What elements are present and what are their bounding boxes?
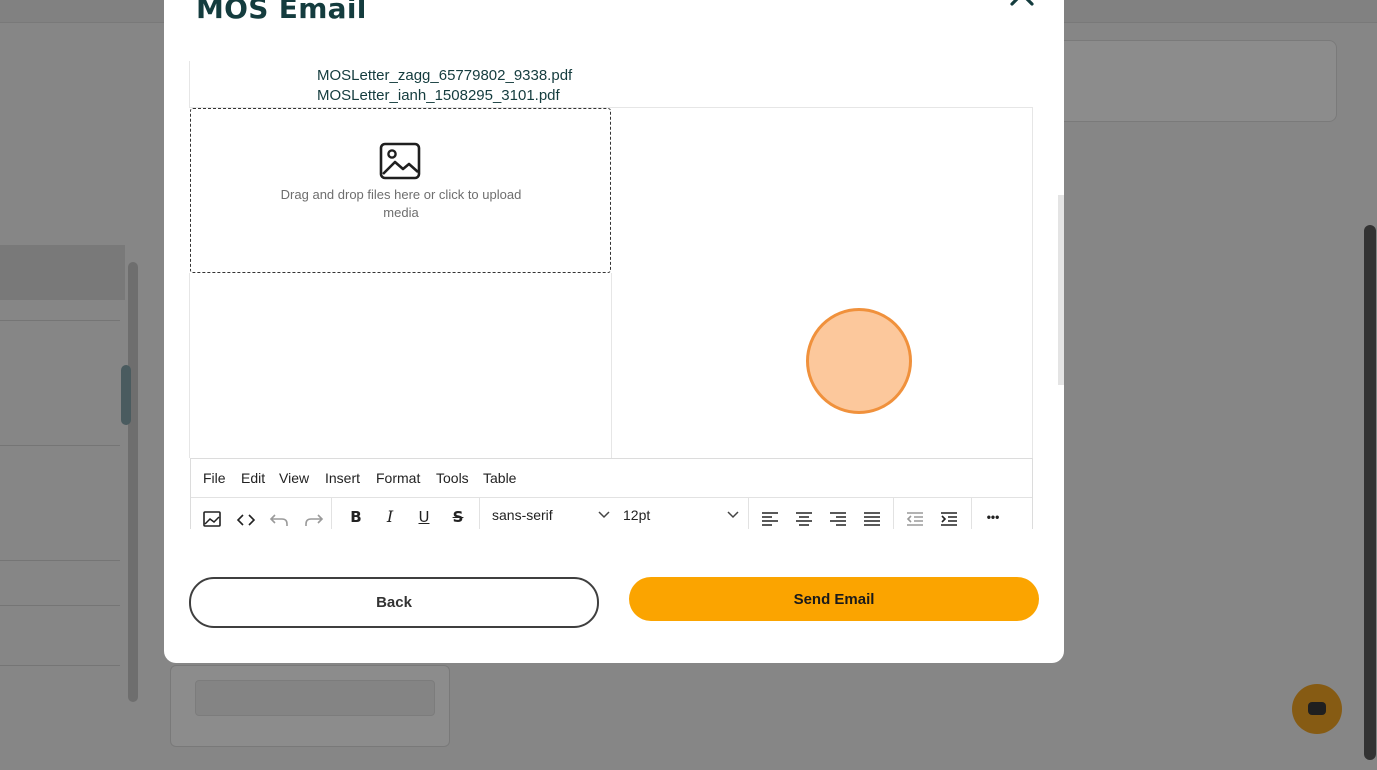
menu-view[interactable]: View bbox=[279, 470, 309, 486]
code-icon[interactable] bbox=[233, 507, 259, 527]
outdent-icon[interactable] bbox=[902, 507, 928, 527]
strikethrough-icon[interactable]: S bbox=[445, 507, 471, 527]
justify-icon[interactable] bbox=[859, 507, 885, 527]
editor-toolbar: B I U S sans-serif 12pt ••• bbox=[191, 498, 1032, 529]
toolbar-separator bbox=[893, 498, 894, 529]
back-button[interactable]: Back bbox=[189, 577, 599, 628]
bold-icon[interactable]: B bbox=[343, 507, 369, 527]
close-icon[interactable] bbox=[1008, 0, 1036, 6]
toolbar-separator bbox=[331, 498, 332, 529]
redo-icon[interactable] bbox=[301, 507, 327, 527]
menu-table[interactable]: Table bbox=[483, 470, 516, 486]
toolbar-separator bbox=[971, 498, 972, 529]
attachment-file[interactable]: MOSLetter_ianh_1508295_3101.pdf bbox=[317, 87, 560, 104]
modal-title: MOS Email bbox=[196, 0, 367, 25]
toolbar-separator bbox=[479, 498, 480, 529]
indent-icon[interactable] bbox=[936, 507, 962, 527]
menu-tools[interactable]: Tools bbox=[436, 470, 469, 486]
font-size-value: 12pt bbox=[623, 507, 651, 523]
editor-menubar: File Edit View Insert Format Tools Table bbox=[191, 459, 1032, 498]
menu-edit[interactable]: Edit bbox=[241, 470, 265, 486]
rich-text-editor: File Edit View Insert Format Tools Table bbox=[190, 458, 1033, 529]
toolbar-separator bbox=[748, 498, 749, 529]
image-icon bbox=[379, 142, 421, 180]
align-center-icon[interactable] bbox=[791, 507, 817, 527]
font-family-value: sans-serif bbox=[492, 507, 553, 523]
menu-insert[interactable]: Insert bbox=[325, 470, 360, 486]
align-left-icon[interactable] bbox=[757, 507, 783, 527]
italic-icon[interactable]: I bbox=[377, 507, 403, 527]
align-right-icon[interactable] bbox=[825, 507, 851, 527]
underline-icon[interactable]: U bbox=[411, 507, 437, 527]
menu-format[interactable]: Format bbox=[376, 470, 420, 486]
font-family-select[interactable]: sans-serif bbox=[492, 507, 610, 529]
insert-image-icon[interactable] bbox=[199, 507, 225, 527]
panel-border bbox=[1032, 108, 1033, 458]
click-indicator bbox=[806, 308, 912, 414]
chevron-down-icon bbox=[598, 511, 610, 519]
file-dropzone[interactable]: Drag and drop files here or click to upl… bbox=[190, 108, 611, 273]
attachment-list: MOSLetter_zagg_65779802_9338.pdf MOSLett… bbox=[189, 61, 1033, 108]
font-size-select[interactable]: 12pt bbox=[623, 507, 739, 529]
modal-content: MOSLetter_zagg_65779802_9338.pdf MOSLett… bbox=[189, 61, 1033, 551]
attachment-panel bbox=[189, 273, 612, 458]
attachment-file[interactable]: MOSLetter_zagg_65779802_9338.pdf bbox=[317, 67, 572, 84]
chevron-down-icon bbox=[727, 511, 739, 519]
undo-icon[interactable] bbox=[266, 507, 292, 527]
dropzone-text: Drag and drop files here or click to upl… bbox=[280, 187, 522, 220]
menu-file[interactable]: File bbox=[203, 470, 226, 486]
more-icon[interactable]: ••• bbox=[980, 507, 1006, 527]
modal-scrollbar[interactable] bbox=[1058, 195, 1064, 385]
send-email-button[interactable]: Send Email bbox=[629, 577, 1039, 621]
email-modal: MOS Email MOSLetter_zagg_65779802_9338.p… bbox=[164, 0, 1064, 663]
